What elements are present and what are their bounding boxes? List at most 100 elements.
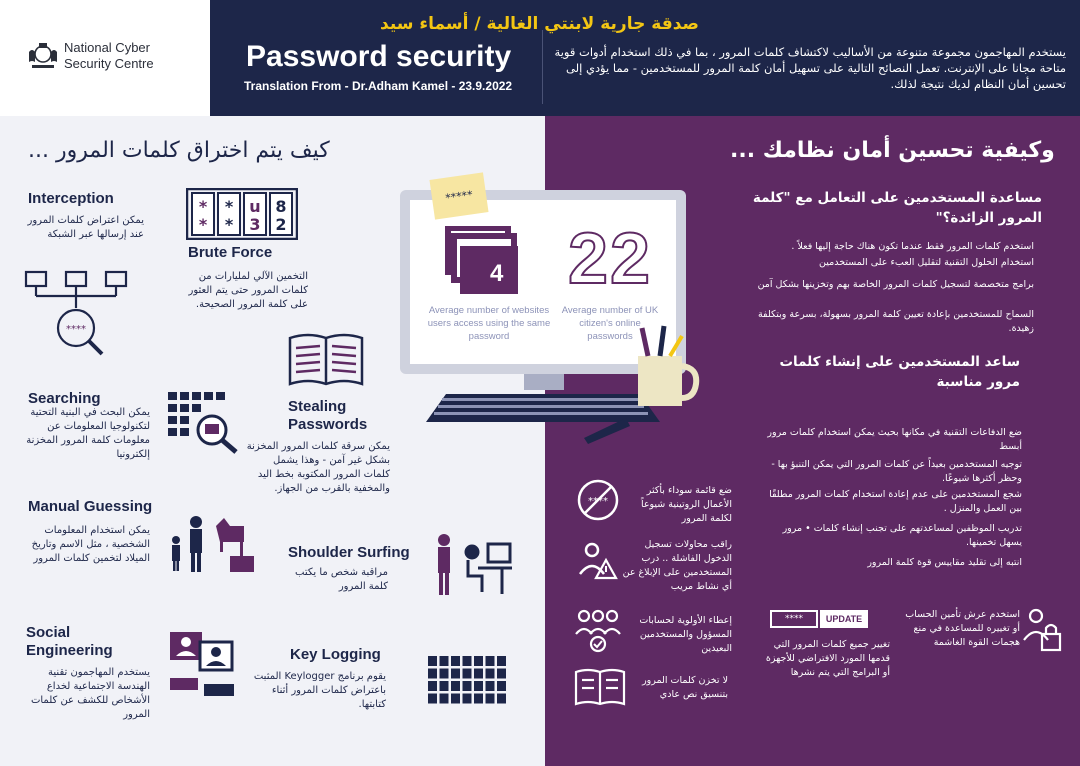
lock-digit: u — [249, 197, 260, 216]
searching-desc: يمكن البحث في البنية التحتية لتكنولوجيا … — [26, 407, 150, 460]
lock-digit: 8 — [275, 197, 286, 216]
user-lock-icon — [1023, 608, 1062, 652]
blacklist-icon: **** — [577, 479, 619, 521]
keyboard-key — [451, 656, 460, 666]
defense-heading: وكيفية تحسين أمان نظامك ... — [730, 138, 1055, 163]
keyboard-key — [451, 693, 460, 704]
social-engineering-desc: يستخدم المهاجمون تقنية الهندسة الاجتماعي… — [30, 667, 150, 720]
overload-point: برامج متخصصة لتسجيل كلمات المرور الخاصة … — [757, 279, 1034, 290]
stacked-windows-icon — [445, 226, 518, 294]
page-title: Password security — [246, 40, 512, 73]
keyboard-key — [497, 668, 506, 679]
notebook-icon — [288, 333, 364, 386]
manage-overload-heading: مساعدة المستخدمين على التعامل مع "كلمة ا… — [752, 190, 1042, 226]
keyboard-key — [485, 681, 495, 691]
keyboard-key — [462, 656, 472, 666]
keyboard-key — [474, 681, 483, 691]
brute-force-title: Brute Force — [188, 244, 273, 261]
tip-no-plaintext: لا تخزن كلمات المرور بتنسيق نص عادي — [642, 675, 728, 700]
keyboard-key — [428, 693, 437, 704]
lock-digit: * — [225, 197, 234, 216]
key-logging-desc: يقوم برنامج Keylogger المثبت باعتراض كلم… — [253, 671, 386, 710]
create-passwords-heading: ساعد المستخدمين على إنشاء كلمات مرور منا… — [779, 354, 1020, 390]
lock-digit: 3 — [249, 215, 260, 234]
network-interception-icon: **** — [24, 270, 128, 356]
stat-passwords-caption: Average number of UK citizen's online pa… — [561, 305, 659, 342]
keyboard-icon — [428, 656, 506, 704]
header-divider — [542, 30, 543, 104]
keyboard-key — [428, 681, 437, 691]
password-field-icon: **** — [770, 610, 818, 628]
stealing-passwords-desc: يمكن سرقة كلمات المرور المخزنة بشكل غير … — [246, 441, 390, 494]
interception-desc: يمكن اعتراض كلمات المرور عند إرسالها عبر… — [27, 215, 144, 240]
keyboard-key — [439, 681, 449, 691]
keyboard-key — [428, 656, 437, 666]
tip-prioritize-admin: إعطاء الأولوية لحسابات المسؤول والمستخدم… — [639, 615, 732, 654]
keyboard-key — [462, 693, 472, 704]
brute-force-desc: التخمين الآلي لمليارات من كلمات المرور ح… — [188, 271, 308, 310]
stat-passwords-value: 22 — [567, 218, 653, 300]
overload-point: استخدام الحلول التقنية لتقليل العبء على … — [819, 257, 1034, 268]
dedication-title: صدقة جارية لابنتي الغالية / أسماء سيد — [380, 14, 699, 34]
update-badge: UPDATE — [820, 610, 868, 628]
create-point: انتبه إلى تقليد مقاييس قوة كلمة المرور — [867, 557, 1022, 568]
keyboard-key — [485, 693, 495, 704]
translation-credit: Translation From - Dr.Adham Kamel - 23.9… — [244, 79, 513, 93]
keyboard-key — [474, 656, 483, 666]
brute-force-icon: ****u382 — [186, 188, 298, 240]
manual-guessing-title: Manual Guessing — [28, 498, 153, 515]
stealing-passwords-title: Stealing Passwords — [288, 398, 368, 433]
intro-text: يستخدم المهاجمون مجموعة متنوعة من الأسال… — [554, 45, 1066, 91]
lock-digit: * — [199, 215, 208, 234]
create-point: تدريب الموظفين لمساعدتهم على تجنب إنشاء … — [782, 523, 1022, 548]
create-point: ضع الدفاعات التقنية في مكانها بحيث يمكن … — [767, 427, 1022, 452]
alert-user-icon — [579, 542, 618, 580]
svg-text:****: **** — [66, 324, 86, 335]
keyboard-key — [462, 681, 472, 691]
create-point: شجع المستخدمين على عدم إعادة استخدام كلم… — [769, 489, 1022, 514]
lock-digit: * — [225, 215, 234, 234]
searching-icon — [168, 392, 238, 454]
keyboard-key — [497, 693, 506, 704]
keyboard-key — [497, 656, 506, 666]
svg-text:****: **** — [588, 496, 608, 507]
ncsc-logo: National Cyber Security Centre — [0, 0, 210, 116]
tip-account-lockout: استخدم عرش تأمين الحساب أو تغييره للمساع… — [905, 609, 1020, 648]
manual-guessing-desc: يمكن استخدام المعلومات الشخصية ، مثل الا… — [31, 525, 150, 564]
org-name: National Cyber Security Centre — [64, 40, 154, 71]
lock-digit: 2 — [275, 215, 286, 234]
stat-websites-value: 4 — [490, 260, 504, 287]
tip-monitor-logins: راقب محاولات تسجيل الدخول الفاشلة .. درب… — [622, 539, 732, 592]
keyboard-key — [439, 668, 449, 679]
sticky-note: ***** — [429, 172, 489, 220]
family-icon — [172, 516, 254, 572]
stat-websites-caption: Average number of websites users access … — [427, 305, 551, 342]
keyboard-key — [451, 668, 460, 679]
key-logging-title: Key Logging — [290, 646, 381, 663]
keyboard-key — [439, 656, 449, 666]
searching-title: Searching — [28, 390, 101, 407]
keyboard-key — [485, 668, 495, 679]
keyboard-key — [485, 656, 495, 666]
keyboard-key — [474, 668, 483, 679]
keyboard-key — [451, 681, 460, 691]
tip-blacklist: ضع قائمة سوداء بأكثر الأعمال الروتينية ش… — [640, 485, 732, 524]
create-point: توجيه المستخدمين بعيداً عن كلمات المرور … — [771, 459, 1022, 484]
keyboard-key — [428, 668, 437, 679]
header: National Cyber Security Centre صدقة جاري… — [0, 0, 1080, 116]
shoulder-surfing-icon — [438, 534, 512, 595]
social-engineering-title: Social Engineering — [26, 624, 113, 659]
tip-change-defaults: تغيير جميع كلمات المرور التي قدمها المور… — [765, 639, 890, 678]
interception-title: Interception — [28, 190, 114, 207]
keyboard-key — [439, 693, 449, 704]
attack-heading: كيف يتم اختراق كلمات المرور ... — [28, 138, 330, 163]
keyboard-key — [474, 693, 483, 704]
chat-users-icon — [170, 632, 234, 696]
royal-crest-icon — [29, 43, 57, 68]
overload-point: السماح للمستخدمين بإعادة تعيين كلمة المر… — [757, 309, 1034, 334]
overload-point: استخدم كلمات المرور فقط عندما تكون هناك … — [791, 241, 1034, 252]
shoulder-surfing-title: Shoulder Surfing — [288, 544, 410, 561]
shoulder-surfing-desc: مراقبة شخص ما يكتب كلمة المرور — [295, 567, 388, 592]
lock-digit: * — [199, 197, 208, 216]
keyboard-key — [462, 668, 472, 679]
